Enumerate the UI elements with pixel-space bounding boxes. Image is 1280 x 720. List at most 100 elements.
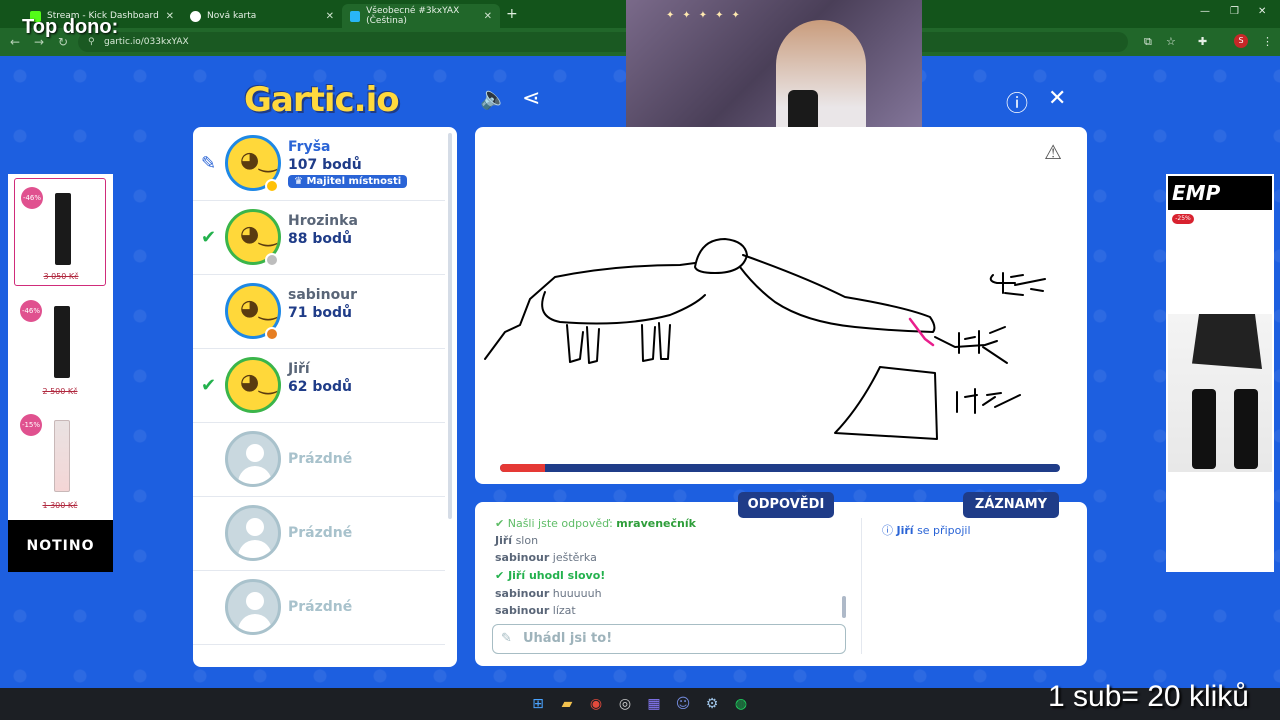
spotify-icon[interactable]: ◍ [731,694,751,714]
boots-product-image[interactable] [1168,314,1272,472]
info-icon[interactable]: ⓘ [1006,86,1028,118]
empty-slot-label: Prázdné [288,599,353,615]
chat-user: sabinour [495,587,550,600]
ad-product[interactable]: -46% 3 050 Kč [14,178,106,286]
steam-icon[interactable]: ⚙ [702,694,722,714]
minimize-icon[interactable]: — [1200,6,1210,17]
answer-word: mravenečník [616,517,696,530]
answer-input[interactable]: ✎ Uhádl jsi to! [492,624,846,654]
close-tab-icon[interactable]: ✕ [166,11,174,22]
back-icon[interactable]: ← [10,35,20,49]
empty-avatar-icon [225,431,281,487]
drawing-stroke [566,324,584,363]
extensions-icon[interactable]: ✚ [1198,35,1207,48]
chat-message-guess: ✔ Jiří uhodl slovo! [495,569,605,582]
top-dono-overlay: Top dono: [22,16,119,38]
sound-icon[interactable]: 🔈 [480,86,507,111]
maximize-icon[interactable]: ❐ [1230,6,1239,17]
player-row[interactable]: ✔ ◕‿◕ Hrozinka 88 bodů [193,201,445,275]
perfume-bottle-image [55,193,71,265]
drawing-stroke [641,324,656,362]
product-price: 1 300 Kč [42,501,78,510]
ad-product[interactable]: -15% 1 300 Kč [14,406,106,514]
notino-brand[interactable]: NOTINO [8,520,113,572]
pencil-icon: ✎ [501,631,512,646]
tab-label: Všeobecné #3kxYAX (Čeština) [366,6,460,26]
drawing-stroke [586,326,600,364]
player-row[interactable]: ✔ ◕‿◕ Jiří 62 bodů [193,349,445,423]
sub-overlay-text: 1 sub= 20 kliků [1048,680,1249,713]
report-warning-icon[interactable]: ⚠ [1044,140,1062,164]
chat-message: Jiří slon [495,534,538,547]
share-icon[interactable]: ⋖ [522,86,540,111]
close-window-icon[interactable]: ✕ [1258,6,1266,17]
address-bar[interactable]: ⚲ gartic.io/033kxYAX [78,32,1128,52]
bookmark-star-icon[interactable]: ☆ [1166,35,1176,48]
drawing-stroke [956,388,1021,414]
empty-avatar-icon [225,579,281,635]
file-explorer-icon[interactable]: ▰ [557,694,577,714]
emp-brand[interactable]: EMP [1168,176,1272,210]
players-scrollbar[interactable] [448,133,452,519]
discord-icon[interactable]: ☺ [673,694,693,714]
room-owner-badge: ♛ Majitel místnosti [288,175,408,188]
browser-tab-new[interactable]: Nová karta ✕ [182,4,342,28]
check-icon: ✔ [495,569,505,582]
owner-badge-label: Majitel místnosti [306,176,402,187]
player-row[interactable]: ◕‿◕ sabinour 71 bodů [193,275,445,349]
browser-tab-gartic[interactable]: Všeobecné #3kxYAX (Čeština) ✕ [342,4,500,28]
chat-text: huuuuuh [552,587,602,600]
empty-slot-label: Prázdné [288,525,353,541]
chat-scrollbar[interactable] [842,596,846,618]
chat-message: sabinour lízat [495,604,576,617]
ad-product[interactable]: -46% 2 500 Kč [14,292,106,400]
tab-records[interactable]: ZÁZNAMY [963,492,1059,518]
chat-message-system: ✔ Našli jste odpověď: mravenečník [495,517,696,530]
menu-icon[interactable]: ⋮ [1262,35,1273,48]
boot-shape [1192,389,1216,469]
check-icon: ✔ [495,517,505,530]
drawing-pencil-icon: ✎ [201,153,217,174]
drawing-stroke [739,254,936,333]
empty-slot: Prázdné [193,571,445,645]
close-icon[interactable]: ✕ [1048,86,1066,111]
discount-badge: -15% [20,414,42,436]
chat-divider [861,518,862,654]
empty-slot: Prázdné [193,423,445,497]
app-grid-icon[interactable]: ▦ [644,694,664,714]
fairy-lights: ✦✦✦✦✦ [666,10,748,21]
ad-left[interactable]: -46% 3 050 Kč -46% 2 500 Kč -15% 1 300 K… [8,174,113,572]
chrome-icon[interactable]: ◉ [586,694,606,714]
guessed-check-icon: ✔ [201,375,217,396]
player-score: 107 bodů [288,157,362,173]
tab-answers[interactable]: ODPOVĚDI [738,492,834,518]
close-tab-icon[interactable]: ✕ [326,11,334,22]
chat-text: lízat [552,604,576,617]
discount-badge: -25% [1172,214,1194,224]
chat-user: Jiří [508,569,526,582]
obs-icon[interactable]: ◎ [615,694,635,714]
players-panel: ✎ ◕‿◕ Fryša 107 bodů ♛ Majitel místnosti… [193,127,457,667]
drawing-stroke [694,238,748,274]
drawing-stroke [541,291,706,325]
player-name: Jiří [288,361,310,377]
drawing-stroke [834,366,938,440]
empty-avatar-icon [225,505,281,561]
new-tab-button[interactable]: + [506,6,518,22]
record-entry: ⓘ Jiří se připojil [882,522,971,538]
player-row[interactable]: ✎ ◕‿◕ Fryša 107 bodů ♛ Majitel místnosti [193,127,445,201]
player-score: 62 bodů [288,379,352,395]
drawing-stroke [484,262,696,360]
discount-badge: -46% [21,187,43,209]
ad-right[interactable]: EMP -25% [1166,174,1274,572]
windows-start-icon[interactable]: ⊞ [528,694,548,714]
tab-label: Nová karta [207,11,257,21]
answer-placeholder: Uhádl jsi to! [523,631,613,646]
perfume-bottle-image [54,306,70,378]
chrome-favicon-icon [190,10,201,22]
drawing-stroke [658,322,671,360]
profile-avatar[interactable]: S [1234,34,1248,48]
info-icon: ⓘ [882,524,893,537]
close-tab-icon[interactable]: ✕ [484,11,492,22]
cast-icon[interactable]: ⧉ [1144,35,1152,49]
